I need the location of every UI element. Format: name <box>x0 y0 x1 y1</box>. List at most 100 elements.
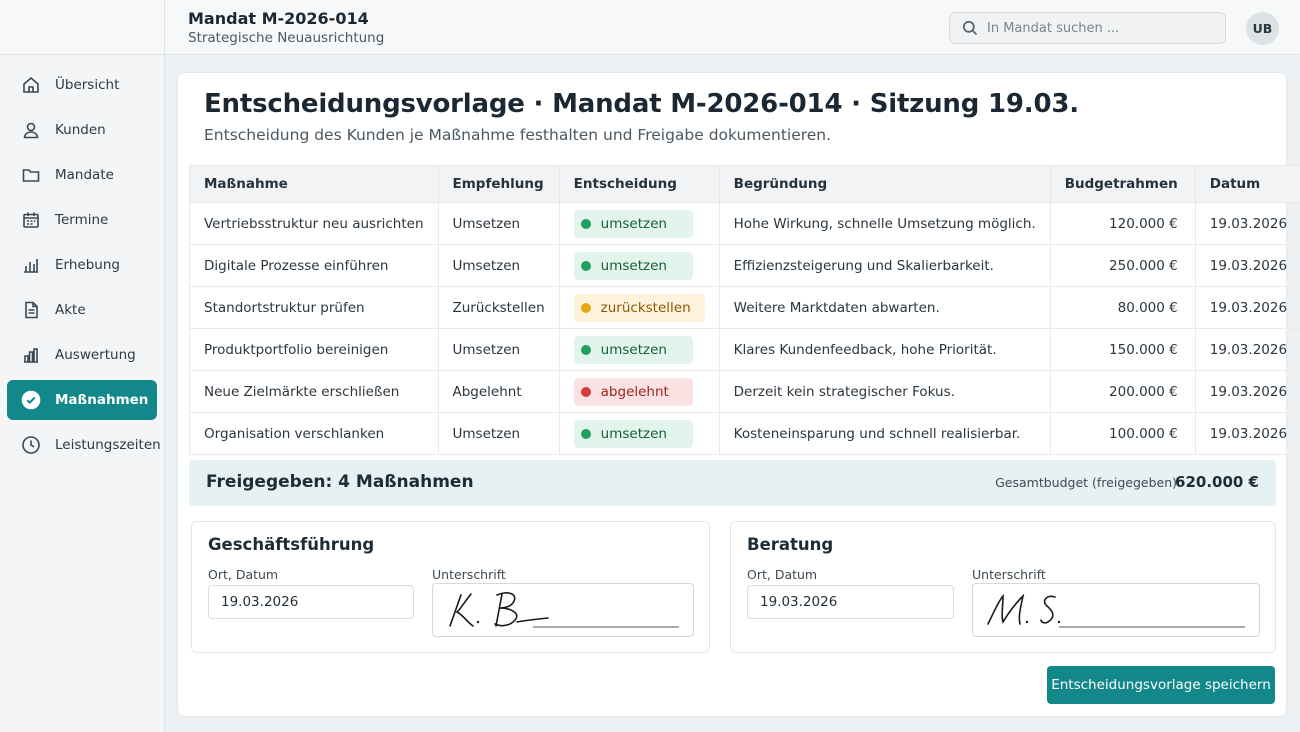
sidebar-item-label: Maßnahmen <box>55 392 149 408</box>
sidebar-item-label: Erhebung <box>55 257 120 273</box>
sidebar-item-auswertung[interactable]: Auswertung <box>7 335 157 375</box>
decision-badge[interactable]: umsetzen <box>573 335 693 364</box>
decision-label: umsetzen <box>600 425 667 442</box>
decision-badge[interactable]: umsetzen <box>573 251 693 280</box>
cell-entscheidung: umsetzen <box>558 412 720 455</box>
sidebar-item-label: Übersicht <box>55 77 120 93</box>
signature-box-title: Beratung <box>747 535 834 554</box>
sidebar-item-termine[interactable]: Termine <box>7 200 157 240</box>
cell-entscheidung: umsetzen <box>558 202 720 245</box>
table-row[interactable]: Organisation verschlanken Umsetzen umset… <box>189 412 1300 455</box>
sidebar-brand-area <box>0 0 164 55</box>
avatar[interactable]: UB <box>1246 12 1279 45</box>
sidebar-item-kunden[interactable]: Kunden <box>7 110 157 150</box>
decision-badge[interactable]: zurückstellen <box>573 293 705 322</box>
mandate-subtitle: Strategische Neuausrichtung <box>188 30 385 46</box>
decision-badge[interactable]: umsetzen <box>573 209 693 238</box>
status-dot-icon <box>580 218 591 229</box>
table-row[interactable]: Digitale Prozesse einführen Umsetzen ums… <box>189 244 1300 287</box>
sidebar: Übersicht Kunden Mandate Termine Erhebun… <box>0 0 165 732</box>
column-header-datum[interactable]: Datum <box>1194 165 1300 203</box>
column-header-entscheidung[interactable]: Entscheidung <box>558 165 720 203</box>
sidebar-item-massnahmen[interactable]: Maßnahmen <box>7 380 157 420</box>
cell-datum: 19.03.2026 <box>1194 328 1300 371</box>
approval-summary: Freigegeben: 4 Maßnahmen Gesamtbudget (f… <box>189 460 1276 506</box>
table-header-row: Maßnahme Empfehlung Entscheidung Begründ… <box>189 165 1300 203</box>
total-budget-label: Gesamtbudget (freigegeben) <box>995 475 1177 490</box>
status-dot-icon <box>580 344 591 355</box>
cell-massnahme: Vertriebsstruktur neu ausrichten <box>189 202 439 245</box>
date-label: Ort, Datum <box>747 567 818 582</box>
cell-begruendung: Klares Kundenfeedback, hohe Priorität. <box>718 328 1051 371</box>
cell-begruendung: Hohe Wirkung, schnelle Umsetzung möglich… <box>718 202 1051 245</box>
status-dot-icon <box>580 386 591 397</box>
decision-label: abgelehnt <box>600 383 669 400</box>
table-row[interactable]: Produktportfolio bereinigen Umsetzen ums… <box>189 328 1300 371</box>
cell-begruendung: Weitere Marktdaten abwarten. <box>718 286 1051 329</box>
decision-badge[interactable]: abgelehnt <box>573 377 693 406</box>
home-icon <box>21 75 41 95</box>
cell-massnahme: Standortstruktur prüfen <box>189 286 439 329</box>
column-header-budgetrahmen[interactable]: Budgetrahmen <box>1049 165 1196 203</box>
calendar-icon <box>21 210 41 230</box>
signature-field[interactable] <box>432 583 694 637</box>
signature-field[interactable] <box>972 583 1260 637</box>
mandate-title: Mandat M-2026-014 <box>188 9 369 28</box>
cell-empfehlung: Umsetzen <box>437 202 560 245</box>
cell-begruendung: Kosteneinsparung und schnell realisierba… <box>718 412 1051 455</box>
status-dot-icon <box>580 302 591 313</box>
sidebar-nav: Übersicht Kunden Mandate Termine Erhebun… <box>0 55 164 465</box>
sidebar-item-uebersicht[interactable]: Übersicht <box>7 65 157 105</box>
table-row[interactable]: Standortstruktur prüfen Zurückstellen zu… <box>189 286 1300 329</box>
search-box[interactable] <box>949 12 1226 44</box>
decision-label: umsetzen <box>600 341 667 358</box>
cell-entscheidung: zurückstellen <box>558 286 720 329</box>
column-header-begruendung[interactable]: Begründung <box>718 165 1051 203</box>
cell-empfehlung: Umsetzen <box>437 328 560 371</box>
sidebar-item-erhebung[interactable]: Erhebung <box>7 245 157 285</box>
folder-icon <box>21 165 41 185</box>
cell-massnahme: Neue Zielmärkte erschließen <box>189 370 439 413</box>
status-dot-icon <box>580 428 591 439</box>
bar-chart-icon <box>21 255 41 275</box>
search-input[interactable] <box>987 20 1207 36</box>
cell-empfehlung: Umsetzen <box>437 244 560 287</box>
cell-budget: 80.000 € <box>1049 286 1196 329</box>
date-label: Ort, Datum <box>208 567 279 582</box>
save-button[interactable]: Entscheidungsvorlage speichern <box>1047 666 1275 704</box>
sidebar-item-mandate[interactable]: Mandate <box>7 155 157 195</box>
sidebar-item-label: Auswertung <box>55 347 136 363</box>
sidebar-item-akte[interactable]: Akte <box>7 290 157 330</box>
cell-empfehlung: Zurückstellen <box>437 286 560 329</box>
user-icon <box>21 120 41 140</box>
date-field[interactable]: 19.03.2026 <box>208 585 414 619</box>
sidebar-item-label: Akte <box>55 302 86 318</box>
decision-table: Maßnahme Empfehlung Entscheidung Begründ… <box>189 165 1300 455</box>
cell-entscheidung: umsetzen <box>558 244 720 287</box>
top-header: Mandat M-2026-014 Strategische Neuausric… <box>165 0 1300 55</box>
sidebar-item-label: Leistungszeiten <box>55 437 161 453</box>
column-header-massnahme[interactable]: Maßnahme <box>189 165 439 203</box>
cell-massnahme: Organisation verschlanken <box>189 412 439 455</box>
decision-label: umsetzen <box>600 257 667 274</box>
sidebar-item-label: Mandate <box>55 167 114 183</box>
cell-empfehlung: Umsetzen <box>437 412 560 455</box>
cell-datum: 19.03.2026 <box>1194 412 1300 455</box>
cell-begruendung: Derzeit kein strategischer Fokus. <box>718 370 1051 413</box>
signature-label: Unterschrift <box>972 567 1046 582</box>
signature-image <box>987 593 1245 628</box>
cell-datum: 19.03.2026 <box>1194 244 1300 287</box>
table-row[interactable]: Neue Zielmärkte erschließen Abgelehnt ab… <box>189 370 1300 413</box>
cell-budget: 100.000 € <box>1049 412 1196 455</box>
table-row[interactable]: Vertriebsstruktur neu ausrichten Umsetze… <box>189 202 1300 245</box>
analytics-icon <box>21 345 41 365</box>
cell-entscheidung: abgelehnt <box>558 370 720 413</box>
column-header-empfehlung[interactable]: Empfehlung <box>437 165 560 203</box>
cell-budget: 120.000 € <box>1049 202 1196 245</box>
date-field[interactable]: 19.03.2026 <box>747 585 954 619</box>
total-budget-value: 620.000 € <box>1175 473 1259 491</box>
cell-massnahme: Digitale Prozesse einführen <box>189 244 439 287</box>
signature-box-beratung: Beratung Ort, Datum 19.03.2026 Unterschr… <box>730 521 1276 653</box>
sidebar-item-leistungszeiten[interactable]: Leistungszeiten <box>7 425 161 465</box>
decision-badge[interactable]: umsetzen <box>573 419 693 448</box>
